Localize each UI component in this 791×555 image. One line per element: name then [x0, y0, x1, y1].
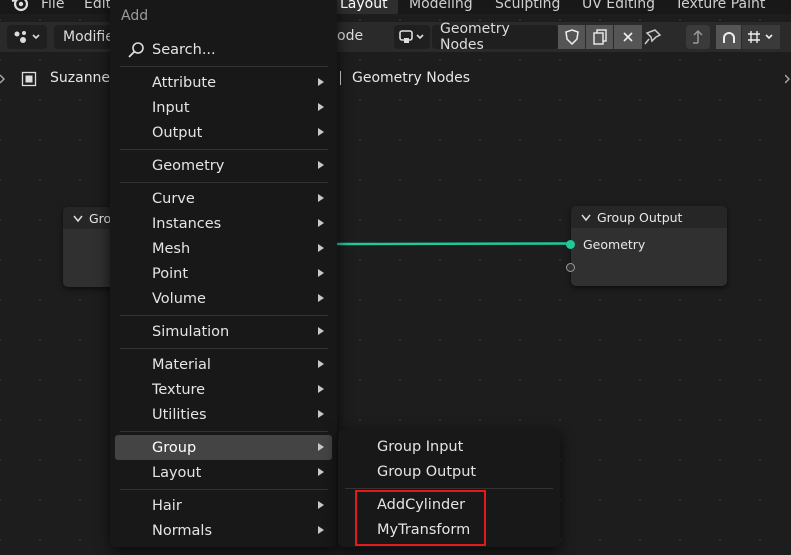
- menu-item-texture[interactable]: Texture: [115, 377, 332, 402]
- highlight-annotation-box: [355, 490, 486, 546]
- group-output-node[interactable]: Group Output Geometry: [571, 206, 727, 286]
- search-icon: [127, 41, 145, 63]
- submenu-arrow-icon: [318, 161, 324, 169]
- submenu-arrow-icon: [318, 443, 324, 451]
- menu-item-utilities[interactable]: Utilities: [115, 402, 332, 427]
- submenu-arrow-icon: [318, 526, 324, 534]
- menu-item-label: Hair: [152, 497, 182, 514]
- group-input-title: Gro: [89, 210, 112, 226]
- menu-item-simulation[interactable]: Simulation: [115, 319, 332, 344]
- menu-item-label: Simulation: [152, 323, 230, 340]
- menu-item-label: Layout: [152, 464, 202, 481]
- submenu-arrow-icon: [318, 327, 324, 335]
- menu-item-label: Output: [152, 124, 203, 141]
- submenu-item-group-input[interactable]: Group Input: [377, 434, 463, 459]
- menu-item-label: Group: [152, 439, 197, 456]
- add-menu: Add Search... Attribute Input Output Geo…: [110, 0, 337, 547]
- submenu-arrow-icon: [318, 78, 324, 86]
- menu-item-point[interactable]: Point: [115, 261, 332, 286]
- menu-item-label: Input: [152, 99, 190, 116]
- geometry-input-socket[interactable]: [566, 240, 575, 249]
- submenu-arrow-icon: [318, 244, 324, 252]
- submenu-arrow-icon: [318, 269, 324, 277]
- menu-item-instances[interactable]: Instances: [115, 211, 332, 236]
- menu-item-label: Point: [152, 265, 189, 282]
- menu-item-geometry[interactable]: Geometry: [115, 153, 332, 178]
- menu-item-normals[interactable]: Normals: [115, 518, 332, 543]
- submenu-arrow-icon: [318, 194, 324, 202]
- menu-item-input[interactable]: Input: [115, 95, 332, 120]
- menu-item-label: Geometry: [152, 157, 225, 174]
- submenu-arrow-icon: [318, 468, 324, 476]
- menu-item-label: Volume: [152, 290, 206, 307]
- submenu-arrow-icon: [318, 410, 324, 418]
- menu-item-label: Instances: [152, 215, 222, 232]
- add-menu-title: Add: [121, 8, 149, 24]
- submenu-arrow-icon: [318, 128, 324, 136]
- submenu-arrow-icon: [318, 385, 324, 393]
- submenu-arrow-icon: [318, 219, 324, 227]
- search-item[interactable]: Search...: [115, 37, 332, 62]
- menu-item-attribute[interactable]: Attribute: [115, 70, 332, 95]
- menu-item-output[interactable]: Output: [115, 120, 332, 145]
- submenu-arrow-icon: [318, 294, 324, 302]
- menu-item-curve[interactable]: Curve: [115, 186, 332, 211]
- menu-item-label: Material: [152, 356, 211, 373]
- menu-item-hair[interactable]: Hair: [115, 493, 332, 518]
- geometry-socket-label: Geometry: [583, 237, 646, 252]
- submenu-arrow-icon: [318, 501, 324, 509]
- menu-item-label: Texture: [152, 381, 206, 398]
- chevron-down-icon[interactable]: [73, 211, 83, 226]
- empty-input-socket[interactable]: [566, 263, 575, 272]
- menu-item-volume[interactable]: Volume: [115, 286, 332, 311]
- submenu-arrow-icon: [318, 360, 324, 368]
- menu-item-group[interactable]: Group: [115, 435, 332, 460]
- menu-item-layout[interactable]: Layout: [115, 460, 332, 485]
- menu-item-label: Mesh: [152, 240, 191, 257]
- menu-item-label: Normals: [152, 522, 213, 539]
- menu-item-material[interactable]: Material: [115, 352, 332, 377]
- menu-item-label: Attribute: [152, 74, 217, 91]
- group-output-title: Group Output: [597, 209, 683, 225]
- menu-item-label: Utilities: [152, 406, 207, 423]
- chevron-down-icon[interactable]: [581, 210, 591, 225]
- menu-item-label: Curve: [152, 190, 195, 207]
- submenu-arrow-icon: [318, 103, 324, 111]
- menu-item-mesh[interactable]: Mesh: [115, 236, 332, 261]
- search-label: Search...: [152, 41, 216, 58]
- submenu-item-group-output[interactable]: Group Output: [377, 459, 476, 484]
